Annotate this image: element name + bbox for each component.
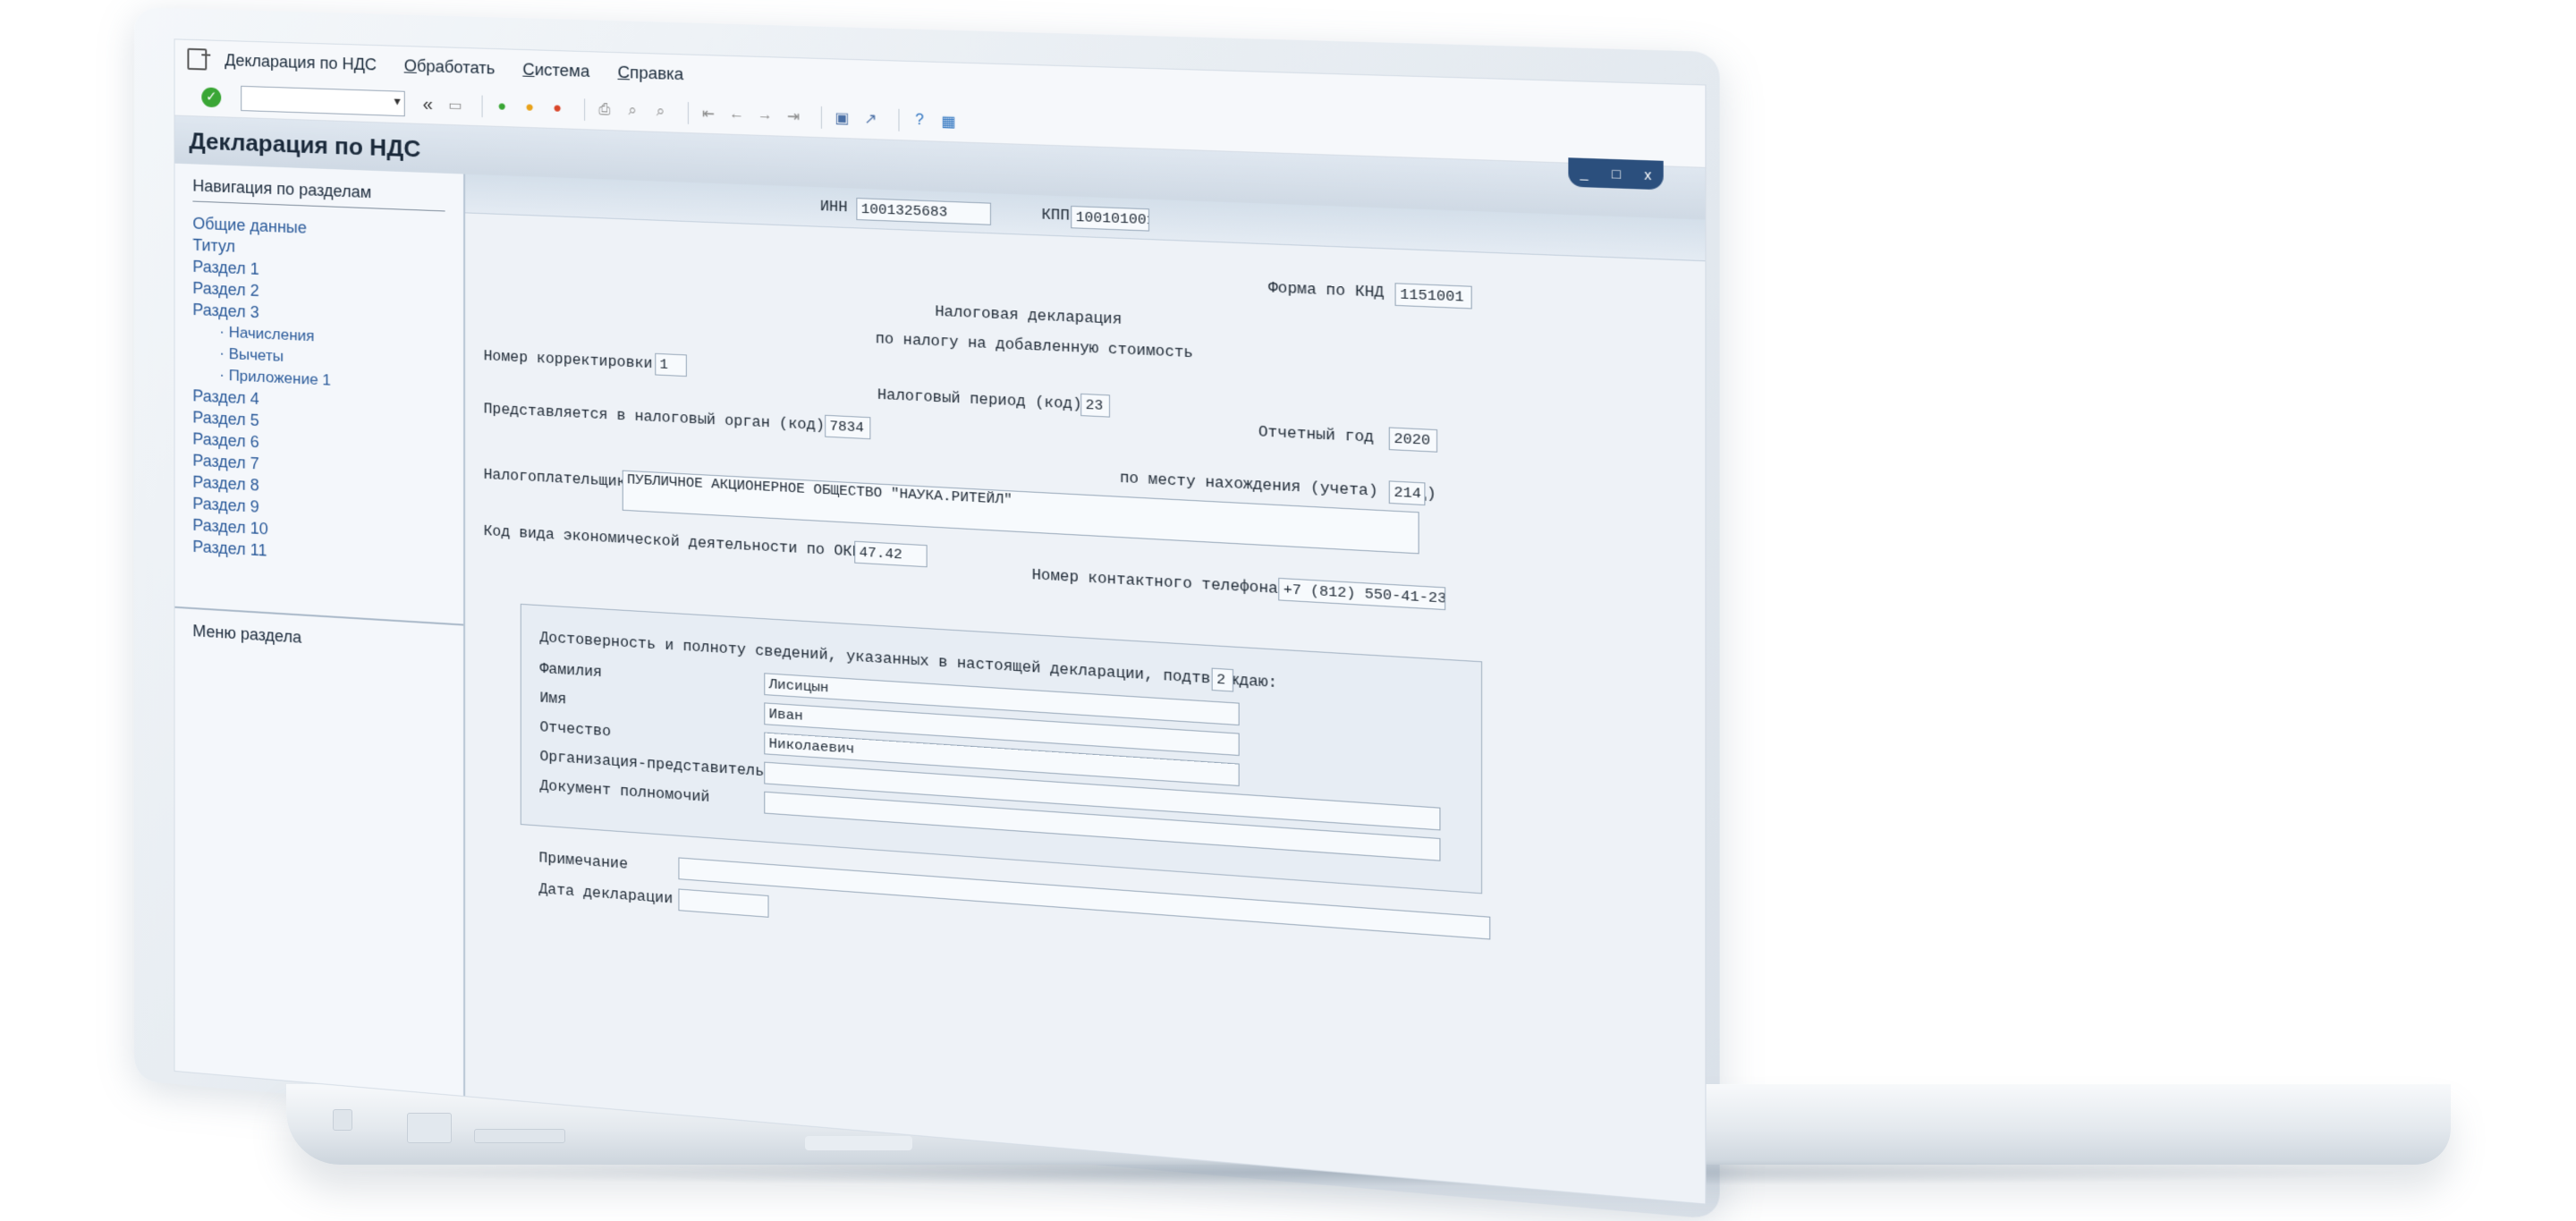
back-icon[interactable]: ● bbox=[492, 97, 513, 117]
previous-page-icon[interactable]: ← bbox=[726, 105, 747, 125]
close-icon[interactable]: x bbox=[1644, 167, 1651, 183]
correction-label: Номер корректировки bbox=[483, 348, 653, 373]
main-body: Навигация по разделам Общие данные Титул… bbox=[174, 163, 1706, 1204]
note-label: Примечание bbox=[538, 850, 628, 873]
period-label: Налоговый период (код) bbox=[877, 386, 1082, 413]
maximize-icon[interactable]: □ bbox=[1612, 165, 1621, 182]
doc-label: Документ полномочий bbox=[539, 777, 710, 807]
declaration-subtitle: по налогу на добавленную стоимость bbox=[875, 330, 1194, 362]
period-field[interactable]: 23 bbox=[1080, 393, 1110, 418]
laptop-port bbox=[333, 1109, 352, 1131]
inn-label: ИНН bbox=[819, 198, 848, 216]
kpp-label: КПП bbox=[1041, 206, 1070, 225]
toolbar-separator bbox=[898, 108, 900, 131]
command-field[interactable]: ▾ bbox=[241, 85, 405, 117]
phone-field[interactable]: +7 (812) 550-41-23 bbox=[1278, 577, 1446, 611]
kpp-field[interactable]: 100101001 bbox=[1071, 205, 1149, 232]
confirm-field[interactable]: 2 bbox=[1211, 667, 1234, 692]
laptop-port bbox=[474, 1129, 565, 1143]
screen-wrapper: Декларация по НДС Обработать Система Спр… bbox=[134, 9, 1720, 1221]
last-page-icon[interactable]: ⇥ bbox=[783, 106, 803, 128]
name-label: Имя bbox=[539, 690, 567, 708]
laptop-port bbox=[407, 1113, 452, 1143]
signatory-group: Достоверность и полноту сведений, указан… bbox=[520, 603, 1483, 895]
taxpayer-label: Налогоплательщик bbox=[483, 466, 626, 491]
next-page-icon[interactable]: → bbox=[755, 106, 775, 127]
authority-field[interactable]: 7834 bbox=[825, 414, 871, 440]
shortcut-icon[interactable]: ↗ bbox=[860, 108, 882, 130]
window-controls: _ □ x bbox=[1568, 157, 1664, 191]
exit-icon[interactable]: ● bbox=[520, 98, 540, 118]
location-field[interactable]: 214 bbox=[1388, 480, 1426, 506]
knd-label: Форма по КНД bbox=[1268, 279, 1385, 302]
section-menu-header: Меню раздела bbox=[192, 622, 302, 647]
toolbar-separator bbox=[584, 98, 586, 121]
patronymic-label: Отчество bbox=[539, 718, 612, 741]
save-icon[interactable]: ▭ bbox=[445, 95, 466, 115]
page-title: Декларация по НДС bbox=[189, 126, 421, 163]
toolbar-separator bbox=[820, 106, 822, 129]
find-next-icon[interactable]: ⌕ bbox=[650, 102, 671, 123]
cancel-icon[interactable]: ● bbox=[547, 98, 568, 119]
declaration-form: ИНН 1001325683 КПП 100101001 Форма по КН… bbox=[465, 174, 1706, 1204]
toolbar-separator bbox=[481, 95, 483, 118]
year-label: Отчетный год bbox=[1258, 423, 1375, 447]
correction-field[interactable]: 1 bbox=[655, 352, 687, 377]
toolbar-separator bbox=[687, 102, 689, 124]
chevron-down-icon[interactable]: ▾ bbox=[394, 93, 401, 108]
authority-label: Представляется в налоговый орган (код) bbox=[483, 401, 826, 435]
navigation-panel: Навигация по разделам Общие данные Титул… bbox=[174, 163, 466, 1097]
date-label: Дата декларации bbox=[538, 880, 674, 908]
menu-item-declaration[interactable]: Декларация по НДС bbox=[225, 51, 377, 74]
phone-label: Номер контактного телефона bbox=[1031, 566, 1278, 598]
help-icon[interactable]: ? bbox=[909, 110, 930, 131]
print-icon[interactable]: ⎙ bbox=[595, 100, 615, 121]
first-page-icon[interactable]: ⇤ bbox=[698, 103, 718, 123]
navigation-header: Навигация по разделам bbox=[192, 176, 445, 212]
surname-label: Фамилия bbox=[539, 660, 603, 682]
date-field[interactable] bbox=[678, 888, 769, 918]
enter-check-icon[interactable]: ✓ bbox=[201, 87, 222, 108]
menu-item-help[interactable]: Справка bbox=[617, 63, 683, 84]
org-label: Организация-представитель bbox=[539, 748, 765, 781]
year-field[interactable]: 2020 bbox=[1388, 427, 1438, 453]
sap-window: Декларация по НДС Обработать Система Спр… bbox=[174, 38, 1707, 1205]
collapse-icon[interactable]: « bbox=[418, 94, 437, 114]
layout-settings-icon[interactable]: ▦ bbox=[938, 111, 960, 132]
okved-field[interactable]: 47.42 bbox=[854, 540, 928, 568]
menu-item-system[interactable]: Система bbox=[522, 60, 589, 81]
okved-label: Код вида экономической деятельности по О… bbox=[483, 522, 880, 563]
exit-document-icon[interactable] bbox=[187, 47, 208, 71]
menu-item-edit[interactable]: Обработать bbox=[404, 56, 496, 79]
navigation-tree: Навигация по разделам Общие данные Титул… bbox=[174, 163, 464, 626]
knd-select[interactable]: 1151001 bbox=[1394, 283, 1472, 309]
minimize-icon[interactable]: _ bbox=[1580, 165, 1589, 181]
find-icon[interactable]: ⌕ bbox=[623, 101, 643, 122]
declaration-title: Налоговая декларация bbox=[935, 303, 1123, 329]
new-session-icon[interactable]: ▣ bbox=[832, 107, 852, 129]
